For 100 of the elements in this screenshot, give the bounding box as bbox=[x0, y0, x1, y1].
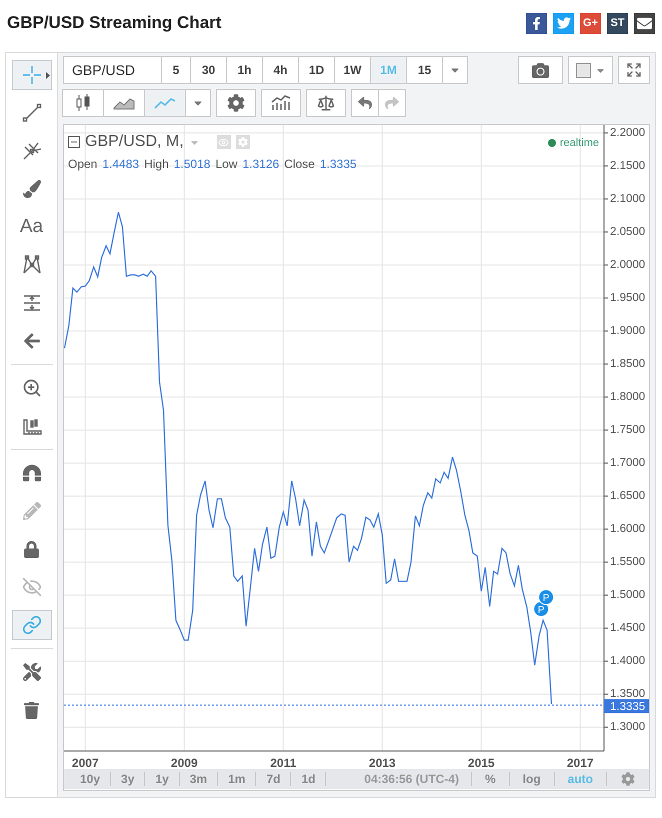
axis-label: 2013 bbox=[368, 756, 396, 769]
mail-icon bbox=[637, 16, 652, 30]
scale-mode-button[interactable]: auto bbox=[554, 772, 607, 786]
interval-button[interactable]: 15 bbox=[406, 56, 443, 84]
link-icon bbox=[22, 615, 42, 635]
clock-text: 04:36:56 (UTC-4) bbox=[364, 772, 472, 786]
camera-icon bbox=[532, 62, 549, 78]
share-button[interactable] bbox=[526, 12, 547, 34]
drawing-tool-button[interactable]: Aa bbox=[12, 212, 52, 242]
axis-label: 1.8000 bbox=[610, 391, 646, 404]
event-marker[interactable]: P bbox=[538, 589, 554, 606]
symbol-field[interactable]: GBP/USD bbox=[63, 56, 162, 84]
scale-icon bbox=[317, 94, 335, 112]
interval-button[interactable]: 5 bbox=[161, 56, 191, 84]
share-button[interactable]: G+ bbox=[580, 12, 601, 34]
magnet-icon bbox=[22, 464, 40, 482]
axis-label: 1.4500 bbox=[610, 622, 646, 634]
axis-label: 1.9500 bbox=[610, 292, 646, 304]
fullscreen-button[interactable] bbox=[618, 56, 650, 84]
range-button[interactable]: 1m bbox=[218, 772, 256, 786]
twitter-icon bbox=[556, 16, 570, 30]
arrow-left-icon bbox=[22, 332, 40, 350]
axis-label: 2007 bbox=[72, 756, 99, 769]
crosshair-icon bbox=[22, 65, 42, 85]
range-button[interactable]: 3y bbox=[111, 772, 146, 786]
visibility-toggle[interactable] bbox=[216, 135, 231, 149]
axis-label: 2011 bbox=[270, 756, 296, 769]
axis-label: 2.0000 bbox=[610, 259, 646, 271]
chart-type-dropdown[interactable] bbox=[185, 89, 211, 117]
axis-label: 1.5000 bbox=[610, 589, 646, 602]
axis-label: 1.4000 bbox=[610, 655, 646, 668]
scale-mode-button[interactable]: log bbox=[510, 772, 555, 786]
interval-button[interactable]: 1D bbox=[298, 56, 335, 84]
lock-icon bbox=[23, 540, 40, 558]
range-button[interactable]: 7d bbox=[256, 772, 292, 786]
axis-label: 1.6500 bbox=[610, 490, 646, 502]
interval-button[interactable]: 30 bbox=[190, 56, 227, 84]
interval-button[interactable]: 1h bbox=[226, 56, 263, 84]
ohlc-label: Close bbox=[284, 157, 315, 171]
axis-label: 2009 bbox=[170, 756, 198, 769]
scale-mode-button[interactable]: % bbox=[472, 772, 510, 786]
interval-button[interactable]: 1W bbox=[334, 56, 371, 84]
axis-label: 2.0500 bbox=[610, 226, 646, 238]
indicators-button[interactable] bbox=[261, 89, 301, 117]
range-button[interactable]: 3m bbox=[180, 772, 218, 786]
ohlc-label: Open bbox=[68, 157, 98, 171]
axis-label: 1.7500 bbox=[610, 424, 646, 436]
measure-icon bbox=[22, 293, 42, 313]
area-chart-button[interactable] bbox=[103, 89, 145, 117]
indicators-icon bbox=[271, 95, 291, 111]
line-chart-icon bbox=[154, 96, 176, 110]
axis-label: 2.1500 bbox=[610, 160, 646, 172]
status-dot bbox=[548, 139, 556, 147]
ohlc-value: 1.3126 bbox=[242, 157, 280, 171]
page-title: GBP/USD Streaming Chart bbox=[7, 13, 222, 33]
snapshot-button[interactable] bbox=[518, 56, 563, 84]
trendline-icon bbox=[22, 103, 42, 123]
status-text: realtime bbox=[560, 137, 599, 149]
axis-label: 2.1000 bbox=[610, 192, 646, 205]
undo-button[interactable] bbox=[351, 89, 379, 117]
interval-button[interactable]: 1M bbox=[370, 56, 407, 84]
range-button[interactable]: 1y bbox=[145, 772, 180, 786]
ohlc-value: 1.4483 bbox=[102, 157, 140, 171]
color-swatch bbox=[576, 62, 590, 78]
redo-icon bbox=[385, 96, 399, 110]
axis-label: 1.6000 bbox=[610, 523, 646, 536]
axis-label: 1.8500 bbox=[610, 358, 646, 370]
pencil-icon bbox=[22, 502, 40, 520]
brush-icon bbox=[22, 180, 40, 198]
area-chart-icon bbox=[113, 96, 135, 110]
ohlc-label: Low bbox=[215, 157, 238, 171]
fullscreen-icon bbox=[626, 62, 642, 78]
settings-button[interactable] bbox=[216, 89, 256, 117]
axis-label: 1.9000 bbox=[610, 325, 646, 338]
axis-label: 1.3000 bbox=[610, 721, 646, 734]
axis-label: 1.5500 bbox=[610, 556, 646, 568]
ref-line-label: 1.3335 bbox=[610, 701, 646, 714]
axis-label: 1.3500 bbox=[610, 688, 646, 700]
annotation: P bbox=[538, 605, 545, 616]
interval-button[interactable]: 4h bbox=[262, 56, 299, 84]
tools-icon bbox=[22, 663, 40, 681]
interval-dropdown[interactable] bbox=[442, 56, 468, 84]
collapse-icon[interactable] bbox=[68, 136, 80, 148]
candles-button[interactable] bbox=[62, 89, 104, 117]
caret-icon bbox=[46, 72, 50, 79]
pattern-icon bbox=[22, 255, 42, 275]
range-button[interactable]: 1d bbox=[291, 772, 326, 786]
ohlc-value: 1.3335 bbox=[320, 157, 357, 171]
range-button[interactable]: 10y bbox=[70, 772, 112, 786]
color-picker[interactable] bbox=[568, 56, 613, 84]
share-button[interactable] bbox=[634, 12, 655, 34]
compare-button[interactable] bbox=[306, 89, 346, 117]
ohlc-value: 1.5018 bbox=[174, 157, 210, 171]
axis-label: 2015 bbox=[468, 756, 495, 769]
share-button[interactable]: ST bbox=[607, 12, 628, 34]
undo-icon bbox=[358, 96, 372, 110]
axis-label: 2.2000 bbox=[610, 126, 646, 139]
facebook-icon bbox=[530, 16, 543, 30]
candles-icon bbox=[75, 93, 91, 113]
axis-label: 1.7000 bbox=[610, 457, 646, 470]
